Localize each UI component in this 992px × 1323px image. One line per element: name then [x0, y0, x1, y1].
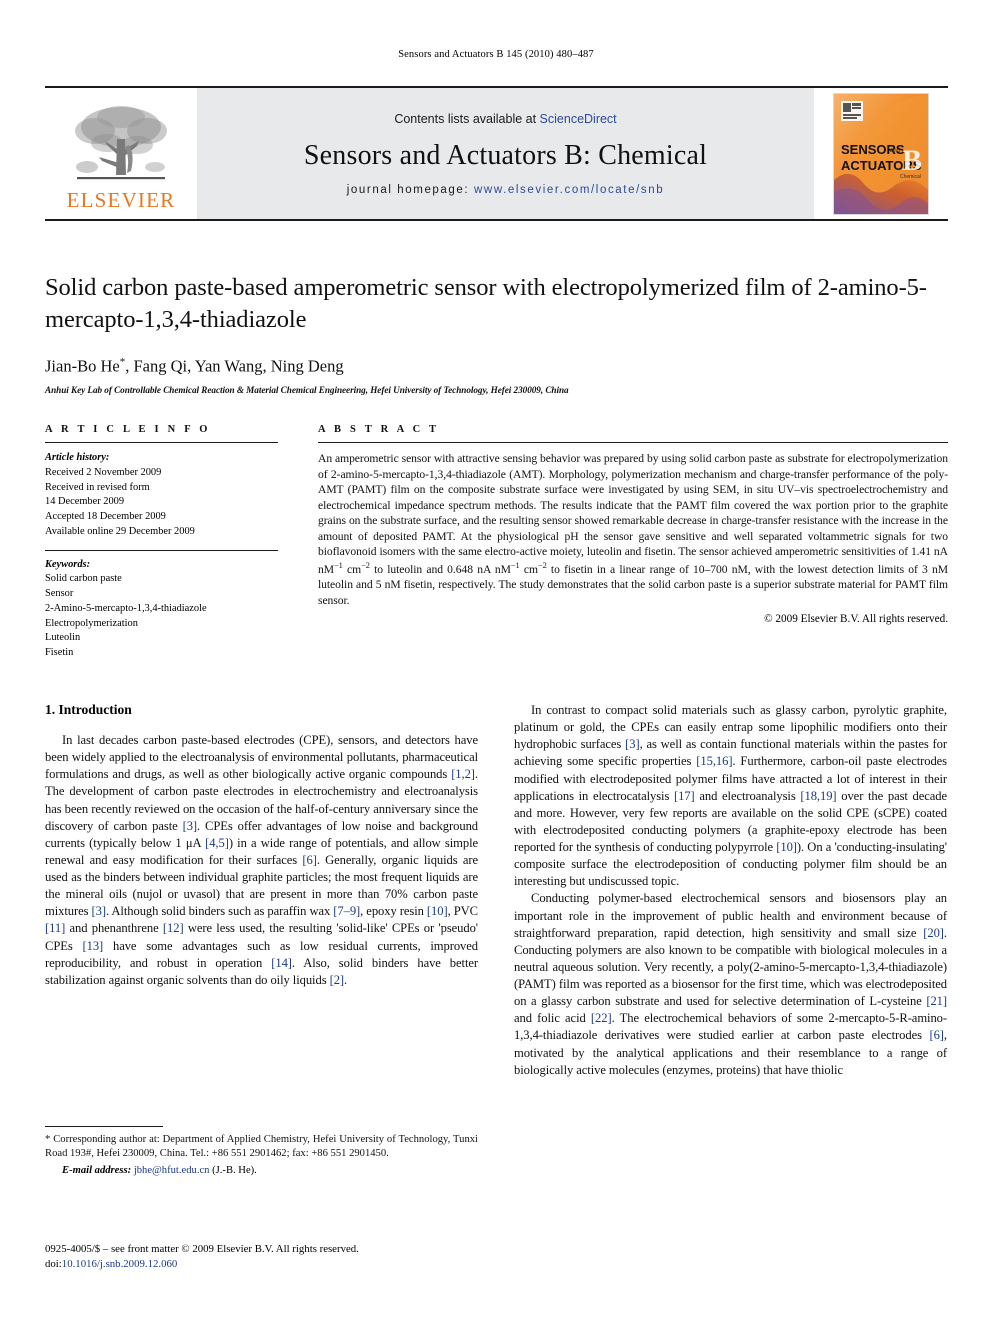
email-suffix: (J.-B. He). — [209, 1165, 257, 1177]
citation-ref[interactable]: [12] — [163, 921, 184, 935]
citation-ref[interactable]: [17] — [674, 789, 695, 803]
cover-artwork-icon: SENSORS and ACTUATORS B Chemical — [834, 93, 928, 214]
title-block: Solid carbon paste-based amperometric se… — [45, 272, 948, 395]
article-info-column: A R T I C L E I N F O Article history: R… — [45, 424, 278, 661]
keyword-item: Fisetin — [45, 647, 74, 659]
email-label: E-mail address: — [62, 1165, 134, 1177]
citation-ref[interactable]: [15,16] — [696, 754, 732, 768]
citation-ref[interactable]: [21] — [926, 994, 947, 1008]
corresponding-author-note: * Corresponding author at: Department of… — [45, 1134, 478, 1160]
abstract-column: A B S T R A C T An amperometric sensor w… — [318, 424, 948, 661]
paragraph: Conducting polymer-based electrochemical… — [514, 891, 948, 1077]
email-link[interactable]: jbhe@hfut.edu.cn — [134, 1165, 210, 1176]
abstract-rule — [318, 442, 948, 443]
publisher-logo: ELSEVIER — [45, 88, 197, 219]
citation-ref[interactable]: [10] — [776, 840, 797, 854]
issn-frontmatter-line: 0925-4005/$ – see front matter © 2009 El… — [45, 1243, 359, 1255]
paper-page: Sensors and Actuators B 145 (2010) 480–4… — [0, 0, 992, 1323]
keywords-label: Keywords: — [45, 558, 91, 570]
journal-homepage-link[interactable]: www.elsevier.com/locate/snb — [474, 184, 664, 196]
running-head: Sensors and Actuators B 145 (2010) 480–4… — [398, 49, 594, 60]
citation-ref[interactable]: [20] — [923, 926, 944, 940]
svg-text:and: and — [890, 148, 900, 154]
citation-ref[interactable]: [11] — [45, 921, 65, 935]
citation-ref[interactable]: [13] — [83, 939, 104, 953]
article-history-item: Received 2 November 2009 — [45, 466, 162, 478]
abstract-heading: A B S T R A C T — [318, 424, 440, 435]
article-history-label: Article history: — [45, 452, 110, 463]
citation-ref[interactable]: [6] — [929, 1028, 944, 1042]
svg-text:Chemical: Chemical — [900, 174, 921, 180]
journal-cover-thumbnail[interactable]: SENSORS and ACTUATORS B Chemical — [833, 92, 929, 215]
elsevier-wordmark: ELSEVIER — [66, 187, 176, 212]
citation-ref[interactable]: [7–9] — [333, 904, 360, 918]
corresponding-marker: * — [119, 355, 126, 368]
footnote-rule — [45, 1126, 163, 1127]
body-column-right: In contrast to compact solid materials s… — [514, 702, 947, 1202]
citation-ref[interactable]: [22] — [591, 1011, 612, 1025]
citation-ref[interactable]: [4,5] — [205, 836, 229, 850]
journal-cover-container: SENSORS and ACTUATORS B Chemical — [814, 88, 948, 219]
info-abstract-row: A R T I C L E I N F O Article history: R… — [45, 424, 948, 661]
keyword-item: 2-Amino-5-mercapto-1,3,4-thiadiazole — [45, 602, 207, 614]
citation-ref[interactable]: [10] — [427, 904, 448, 918]
citation-ref[interactable]: [3] — [625, 737, 640, 751]
section-heading-introduction: 1. Introduction — [45, 702, 132, 717]
homepage-prefix-text: journal homepage: — [346, 183, 475, 196]
author-list: Jian-Bo He*, Fang Qi, Yan Wang, Ning Den… — [45, 355, 344, 376]
paragraph: In contrast to compact solid materials s… — [514, 703, 948, 889]
paragraph: In last decades carbon paste-based elect… — [45, 733, 479, 987]
article-history-item: Available online 29 December 2009 — [45, 525, 195, 537]
elsevier-tree-icon — [75, 105, 167, 179]
email-note: E-mail address: jbhe@hfut.edu.cn (J.-B. … — [45, 1164, 478, 1178]
article-history-item: Accepted 18 December 2009 — [45, 511, 166, 523]
article-history-item: 14 December 2009 — [45, 496, 125, 508]
svg-text:B: B — [902, 144, 922, 177]
keyword-item: Electropolymerization — [45, 617, 138, 629]
keyword-item: Sensor — [45, 588, 74, 600]
affiliation-line: Anhui Key Lab of Controllable Chemical R… — [45, 385, 569, 396]
article-info-rule — [45, 442, 278, 443]
doi-label: doi: — [45, 1257, 62, 1270]
abstract-text: An amperometric sensor with attractive s… — [318, 452, 948, 608]
citation-ref[interactable]: [3] — [183, 819, 198, 833]
keyword-item: Luteolin — [45, 632, 81, 644]
sciencedirect-link[interactable]: ScienceDirect — [540, 112, 617, 126]
article-info-heading: A R T I C L E I N F O — [45, 424, 211, 435]
frontmatter-block: 0925-4005/$ – see front matter © 2009 El… — [45, 1242, 505, 1272]
article-history-item: Received in revised form — [45, 481, 150, 493]
citation-ref[interactable]: [2] — [330, 973, 345, 987]
citation-ref[interactable]: [3] — [92, 904, 107, 918]
citation-ref[interactable]: [1,2] — [451, 767, 475, 781]
citation-ref[interactable]: [18,19] — [800, 789, 836, 803]
contents-prefix-text: Contents lists available at — [394, 111, 540, 126]
doi-link[interactable]: 10.1016/j.snb.2009.12.060 — [62, 1258, 177, 1270]
journal-title: Sensors and Actuators B: Chemical — [303, 139, 708, 171]
keyword-item: Solid carbon paste — [45, 573, 122, 585]
copyright-line: © 2009 Elsevier B.V. All rights reserved… — [764, 612, 948, 625]
footnote-block: * Corresponding author at: Department of… — [45, 1126, 478, 1179]
citation-ref[interactable]: [6] — [302, 853, 317, 867]
citation-ref[interactable]: [14] — [271, 956, 292, 970]
journal-masthead: ELSEVIER Contents lists available at Sci… — [45, 86, 948, 221]
journal-homepage-line: journal homepage: www.elsevier.com/locat… — [347, 184, 664, 196]
contents-available-line: Contents lists available at ScienceDirec… — [394, 112, 616, 126]
page-title: Solid carbon paste-based amperometric se… — [45, 274, 927, 333]
masthead-center: Contents lists available at ScienceDirec… — [197, 88, 814, 219]
doi-line: doi:10.1016/j.snb.2009.12.060 — [45, 1257, 505, 1272]
keywords-rule — [45, 549, 278, 551]
